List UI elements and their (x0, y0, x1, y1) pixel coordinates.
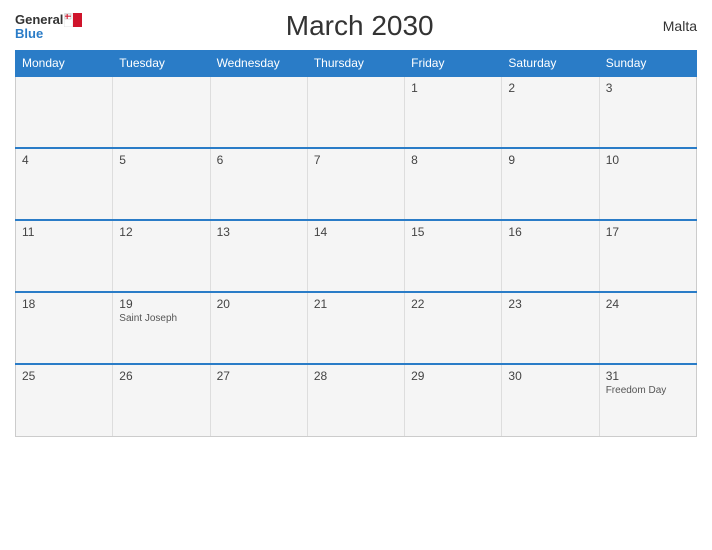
day-number: 5 (119, 153, 203, 167)
calendar-day-cell: 10 (599, 148, 696, 220)
calendar-day-cell (210, 76, 307, 148)
day-number: 30 (508, 369, 592, 383)
calendar-week-row: 456789 10 (16, 148, 697, 220)
day-number: 23 (508, 297, 592, 311)
day-number: 10 (606, 153, 690, 167)
logo-blue: Blue (15, 27, 43, 40)
page-title: March 2030 (82, 10, 637, 42)
calendar-day-cell: 5 (113, 148, 210, 220)
day-number: 31 (606, 369, 690, 383)
logo-flag-icon (64, 13, 82, 27)
calendar-day-cell: 7 (307, 148, 404, 220)
calendar-week-row: 18 19 Saint Joseph 20 21 22 23 24 (16, 292, 697, 364)
header: General Blue March 2030 Malta (15, 10, 697, 42)
logo: General Blue (15, 13, 82, 40)
calendar-week-row: 123 (16, 76, 697, 148)
col-friday: Friday (405, 51, 502, 77)
calendar-day-cell: 27 (210, 364, 307, 436)
calendar-day-cell: 15 (405, 220, 502, 292)
calendar-day-cell (113, 76, 210, 148)
calendar-day-cell: 20 (210, 292, 307, 364)
day-number: 20 (217, 297, 301, 311)
calendar-day-cell: 17 (599, 220, 696, 292)
calendar-day-cell: 6 (210, 148, 307, 220)
calendar-day-cell: 22 (405, 292, 502, 364)
day-number: 16 (508, 225, 592, 239)
col-tuesday: Tuesday (113, 51, 210, 77)
day-number: 1 (411, 81, 495, 95)
calendar-day-cell: 18 (16, 292, 113, 364)
day-number: 25 (22, 369, 106, 383)
calendar-day-cell (307, 76, 404, 148)
calendar-day-cell: 25 (16, 364, 113, 436)
day-number: 28 (314, 369, 398, 383)
col-wednesday: Wednesday (210, 51, 307, 77)
calendar-day-cell: 3 (599, 76, 696, 148)
day-number: 11 (22, 225, 106, 239)
col-saturday: Saturday (502, 51, 599, 77)
day-number: 12 (119, 225, 203, 239)
calendar-day-cell: 2 (502, 76, 599, 148)
day-number: 24 (606, 297, 690, 311)
calendar-day-cell: 19 Saint Joseph (113, 292, 210, 364)
calendar-day-cell: 29 (405, 364, 502, 436)
calendar-day-cell: 16 (502, 220, 599, 292)
day-number: 19 (119, 297, 203, 311)
calendar-day-cell: 11 (16, 220, 113, 292)
calendar-table: Monday Tuesday Wednesday Thursday Friday… (15, 50, 697, 437)
col-monday: Monday (16, 51, 113, 77)
country-label: Malta (637, 18, 697, 34)
day-number: 15 (411, 225, 495, 239)
col-thursday: Thursday (307, 51, 404, 77)
day-number: 21 (314, 297, 398, 311)
calendar-day-cell: 8 (405, 148, 502, 220)
day-number: 29 (411, 369, 495, 383)
calendar-day-cell (16, 76, 113, 148)
day-number: 27 (217, 369, 301, 383)
day-number: 26 (119, 369, 203, 383)
calendar-day-cell: 23 (502, 292, 599, 364)
calendar-day-cell: 31 Freedom Day (599, 364, 696, 436)
day-number: 18 (22, 297, 106, 311)
calendar-day-cell: 24 (599, 292, 696, 364)
holiday-label: Freedom Day (606, 385, 690, 396)
day-number: 22 (411, 297, 495, 311)
day-number: 7 (314, 153, 398, 167)
calendar-header-row: Monday Tuesday Wednesday Thursday Friday… (16, 51, 697, 77)
day-number: 6 (217, 153, 301, 167)
calendar-day-cell: 12 (113, 220, 210, 292)
day-number: 8 (411, 153, 495, 167)
calendar-day-cell: 4 (16, 148, 113, 220)
day-number: 3 (606, 81, 690, 95)
calendar-day-cell: 13 (210, 220, 307, 292)
calendar-day-cell: 28 (307, 364, 404, 436)
calendar-day-cell: 26 (113, 364, 210, 436)
calendar-day-cell: 21 (307, 292, 404, 364)
day-number: 17 (606, 225, 690, 239)
day-number: 9 (508, 153, 592, 167)
page: General Blue March 2030 Malta Monday (0, 0, 712, 550)
calendar-week-row: 25 26 27 28 29 30 31 Freedom Day (16, 364, 697, 436)
logo-general: General (15, 13, 63, 26)
calendar-day-cell: 1 (405, 76, 502, 148)
day-number: 2 (508, 81, 592, 95)
calendar-day-cell: 9 (502, 148, 599, 220)
calendar-day-cell: 14 (307, 220, 404, 292)
holiday-label: Saint Joseph (119, 313, 203, 324)
day-number: 4 (22, 153, 106, 167)
calendar-week-row: 11 12 13 14 15 16 17 (16, 220, 697, 292)
calendar-day-cell: 30 (502, 364, 599, 436)
day-number: 14 (314, 225, 398, 239)
col-sunday: Sunday (599, 51, 696, 77)
day-number: 13 (217, 225, 301, 239)
